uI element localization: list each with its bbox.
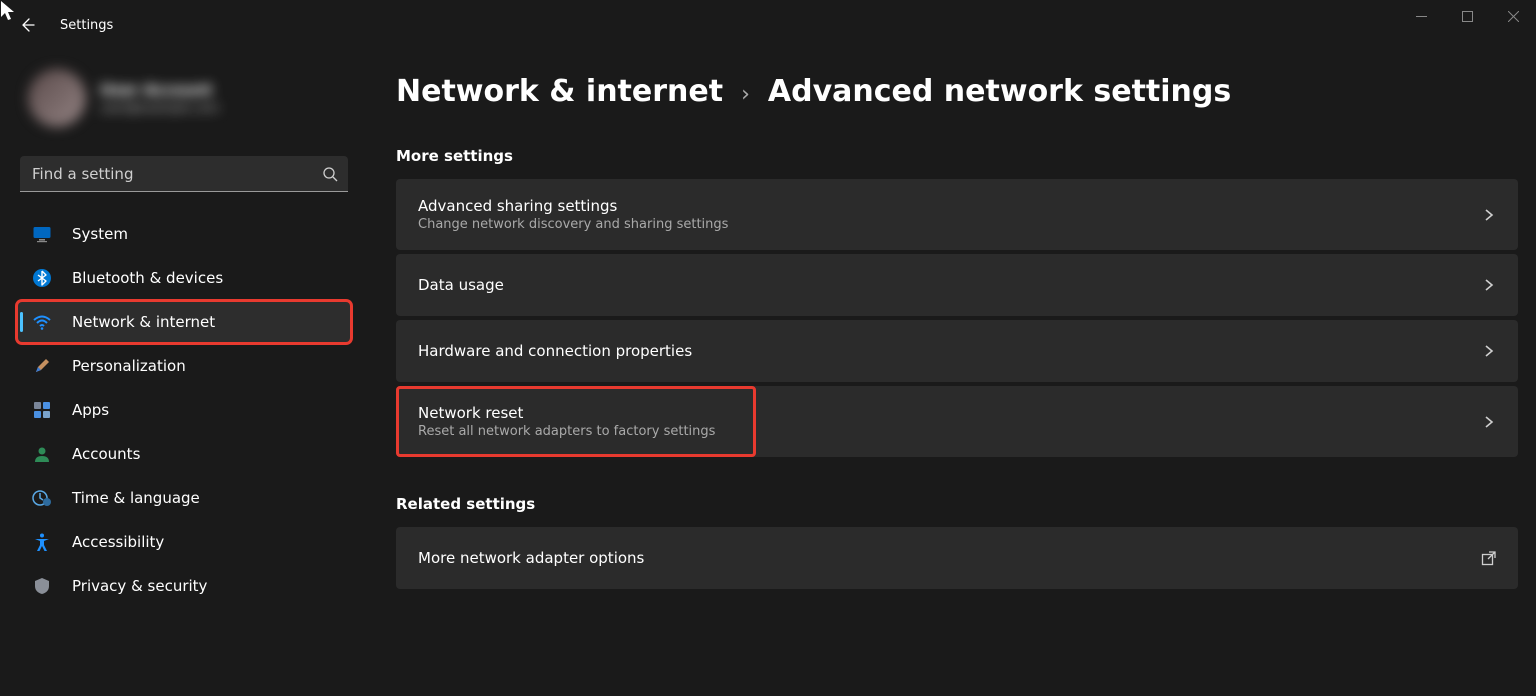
- card-network-reset[interactable]: Network reset Reset all network adapters…: [396, 386, 1518, 457]
- section-heading-related-settings: Related settings: [396, 495, 1518, 513]
- sidebar-item-system[interactable]: System: [18, 214, 350, 254]
- card-title: Hardware and connection properties: [418, 342, 692, 360]
- sidebar-item-label: System: [72, 225, 128, 243]
- card-subtitle: Reset all network adapters to factory se…: [418, 424, 715, 439]
- sidebar-item-accounts[interactable]: Accounts: [18, 434, 350, 474]
- page-title: Advanced network settings: [768, 74, 1231, 109]
- card-hardware-properties[interactable]: Hardware and connection properties: [396, 320, 1518, 382]
- card-data-usage[interactable]: Data usage: [396, 254, 1518, 316]
- sidebar-item-apps[interactable]: Apps: [18, 390, 350, 430]
- sidebar-item-label: Accounts: [72, 445, 140, 463]
- chevron-right-icon: [1482, 278, 1496, 292]
- section-heading-more-settings: More settings: [396, 147, 1518, 165]
- title-bar: Settings: [0, 0, 1536, 50]
- avatar: [28, 69, 86, 127]
- chevron-right-icon: [1482, 415, 1496, 429]
- sidebar-item-label: Apps: [72, 401, 109, 419]
- user-name: User Account: [100, 81, 219, 99]
- sidebar-item-personalization[interactable]: Personalization: [18, 346, 350, 386]
- breadcrumb: Network & internet › Advanced network se…: [396, 74, 1518, 109]
- search-input[interactable]: [20, 156, 348, 192]
- sidebar-item-label: Personalization: [72, 357, 186, 375]
- accessibility-icon: [32, 532, 52, 552]
- arrow-left-icon: [19, 17, 35, 33]
- user-email: user@example.com: [100, 101, 219, 115]
- more-settings-list: Advanced sharing settings Change network…: [396, 179, 1518, 457]
- mouse-cursor-icon: [0, 0, 16, 22]
- back-button[interactable]: [12, 10, 42, 40]
- apps-icon: [32, 400, 52, 420]
- brush-icon: [32, 356, 52, 376]
- maximize-button[interactable]: [1444, 0, 1490, 32]
- bluetooth-icon: [32, 268, 52, 288]
- user-account-block[interactable]: User Account user@example.com: [18, 58, 350, 138]
- sidebar-item-label: Bluetooth & devices: [72, 269, 223, 287]
- wifi-icon: [32, 312, 52, 332]
- person-icon: [32, 444, 52, 464]
- minimize-icon: [1416, 11, 1427, 22]
- main-content: Network & internet › Advanced network se…: [360, 50, 1536, 696]
- sidebar-item-label: Privacy & security: [72, 577, 207, 595]
- search-icon: [322, 166, 338, 182]
- sidebar-item-label: Time & language: [72, 489, 200, 507]
- chevron-right-icon: [1482, 208, 1496, 222]
- close-button[interactable]: [1490, 0, 1536, 32]
- sidebar-item-label: Network & internet: [72, 313, 215, 331]
- minimize-button[interactable]: [1398, 0, 1444, 32]
- card-advanced-sharing[interactable]: Advanced sharing settings Change network…: [396, 179, 1518, 250]
- card-title: More network adapter options: [418, 549, 644, 567]
- card-title: Data usage: [418, 276, 504, 294]
- card-more-adapter-options[interactable]: More network adapter options: [396, 527, 1518, 589]
- breadcrumb-parent[interactable]: Network & internet: [396, 74, 723, 109]
- clock-globe-icon: [32, 488, 52, 508]
- sidebar-item-time-language[interactable]: Time & language: [18, 478, 350, 518]
- sidebar-item-accessibility[interactable]: Accessibility: [18, 522, 350, 562]
- sidebar-item-label: Accessibility: [72, 533, 164, 551]
- related-settings-list: More network adapter options: [396, 527, 1518, 589]
- shield-icon: [32, 576, 52, 596]
- card-subtitle: Change network discovery and sharing set…: [418, 217, 728, 232]
- nav-list: System Bluetooth & devices Network & int…: [18, 214, 350, 606]
- sidebar: User Account user@example.com System Blu…: [0, 50, 360, 696]
- external-link-icon: [1481, 551, 1496, 566]
- card-title: Advanced sharing settings: [418, 197, 728, 215]
- monitor-icon: [32, 224, 52, 244]
- sidebar-item-network[interactable]: Network & internet: [18, 302, 350, 342]
- chevron-right-icon: ›: [737, 82, 754, 107]
- app-title: Settings: [60, 18, 113, 33]
- close-icon: [1508, 11, 1519, 22]
- maximize-icon: [1462, 11, 1473, 22]
- sidebar-item-privacy[interactable]: Privacy & security: [18, 566, 350, 606]
- sidebar-item-bluetooth[interactable]: Bluetooth & devices: [18, 258, 350, 298]
- chevron-right-icon: [1482, 344, 1496, 358]
- card-title: Network reset: [418, 404, 715, 422]
